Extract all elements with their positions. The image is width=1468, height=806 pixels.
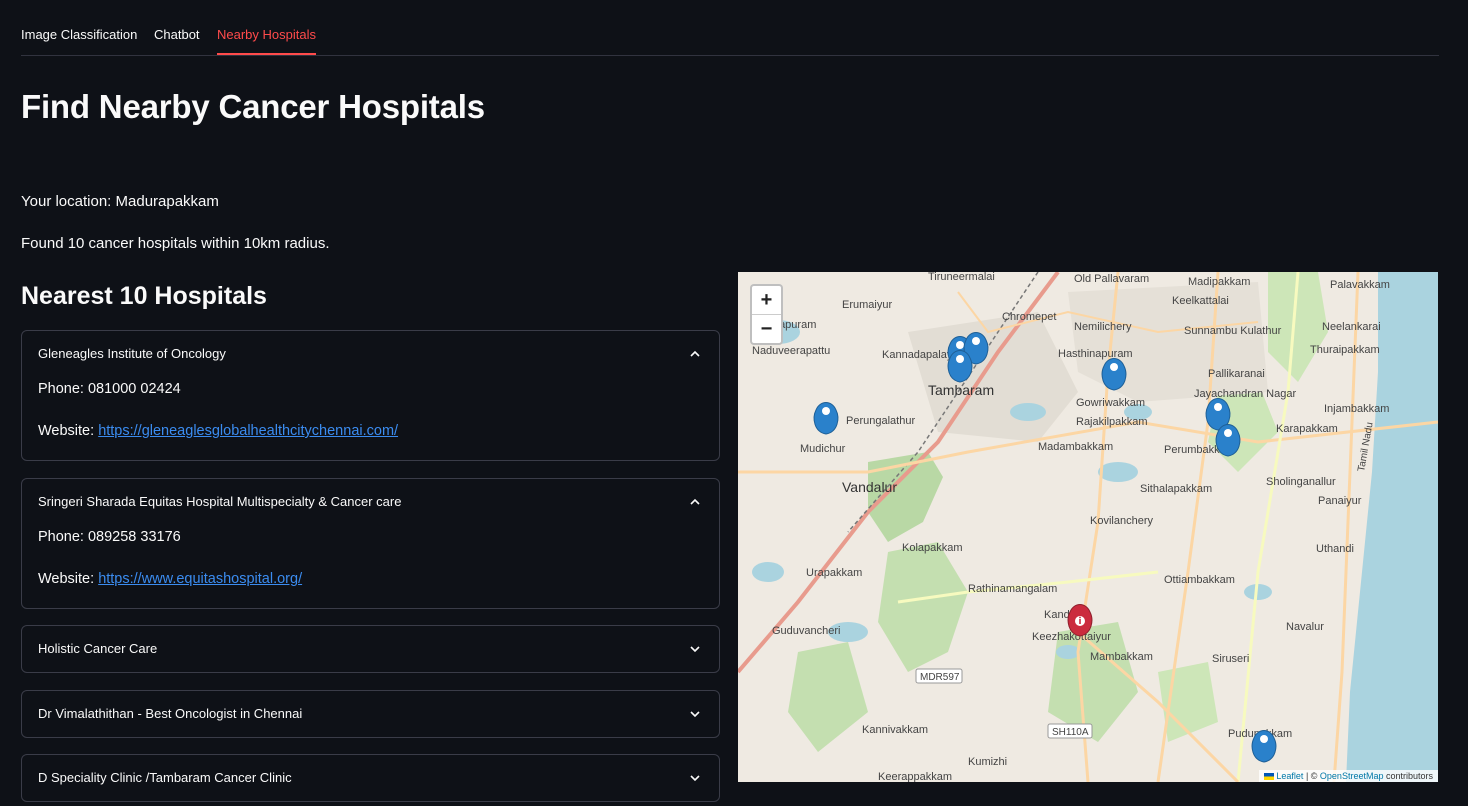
- road-shield-label: MDR597: [920, 672, 960, 683]
- hospital-name: Holistic Cancer Care: [38, 641, 158, 656]
- map-place-label: Siruseri: [1212, 653, 1249, 665]
- attribution-separator: | ©: [1303, 771, 1320, 781]
- map-place-label: Palavakkam: [1330, 279, 1390, 291]
- map-place-label: Pallikaranai: [1208, 368, 1265, 380]
- expander-header[interactable]: D Speciality Clinic /Tambaram Cancer Cli…: [22, 755, 719, 801]
- found-count-text: Found 10 cancer hospitals within 10km ra…: [21, 235, 330, 252]
- map-place-label: Kolapakkam: [902, 542, 963, 554]
- tab-chatbot[interactable]: Chatbot: [154, 27, 200, 42]
- tab-image-classification[interactable]: Image Classification: [21, 27, 137, 42]
- map-place-label: Sunnambu Kulathur: [1184, 325, 1282, 337]
- map-place-label: Nemilichery: [1074, 321, 1132, 333]
- hospital-marker-icon[interactable]: [1101, 358, 1127, 391]
- hospital-name: D Speciality Clinic /Tambaram Cancer Cli…: [38, 770, 292, 785]
- map-place-label: Gowriwakkam: [1076, 397, 1145, 409]
- hospital-expander: D Speciality Clinic /Tambaram Cancer Cli…: [21, 754, 720, 802]
- map-place-label: Guduvancheri: [772, 625, 841, 637]
- website-label: Website:: [38, 571, 99, 587]
- zoom-out-button[interactable]: −: [752, 314, 781, 343]
- hospital-map[interactable]: Old Pallavaram Madipakkam Palavakkam Tir…: [738, 272, 1438, 782]
- map-place-label: Kovilanchery: [1090, 515, 1153, 527]
- map-place-label: Mambakkam: [1090, 651, 1153, 663]
- map-place-label: Keelkattalai: [1172, 295, 1229, 307]
- hospital-expander: Sringeri Sharada Equitas Hospital Multis…: [21, 478, 720, 609]
- map-place-label: Hasthinapuram: [1058, 348, 1133, 360]
- map-place-label: Kumizhi: [968, 756, 1007, 768]
- map-place-label: Ottiambakkam: [1164, 574, 1235, 586]
- map-place-label: Kannivakkam: [862, 724, 928, 736]
- hospital-website-row: Website: https://www.equitashospital.org…: [38, 571, 302, 587]
- expander-header[interactable]: Sringeri Sharada Equitas Hospital Multis…: [22, 479, 719, 525]
- tab-bar: Image Classification Chatbot Nearby Hosp…: [21, 18, 1439, 56]
- map-place-label: Tiruneermalai: [928, 272, 995, 283]
- zoom-in-button[interactable]: +: [752, 286, 781, 314]
- tab-nearby-hospitals[interactable]: Nearby Hospitals: [217, 27, 316, 42]
- hospital-website-row: Website: https://gleneaglesglobalhealthc…: [38, 423, 398, 439]
- map-place-label: Keezhakottaiyur: [1032, 631, 1111, 643]
- location-text: Your location: Madurapakkam: [21, 193, 219, 210]
- map-place-label: Urapakkam: [806, 567, 862, 579]
- map-place-label: Mudichur: [800, 443, 846, 455]
- hospital-marker-icon[interactable]: [813, 402, 839, 435]
- expander-header[interactable]: Gleneagles Institute of Oncology: [22, 331, 719, 377]
- hospital-phone: Phone: 081000 02424: [38, 381, 181, 397]
- map-place-label: Rathinamangalam: [968, 583, 1057, 595]
- road-shield-label: SH110A: [1052, 727, 1089, 738]
- map-place-label: Sholinganallur: [1266, 476, 1336, 488]
- chevron-up-icon: [690, 350, 700, 357]
- map-place-label: Neelankarai: [1322, 321, 1381, 333]
- map-place-label: Naduveerapattu: [752, 345, 830, 357]
- map-place-label: Injambakkam: [1324, 403, 1389, 415]
- hospital-marker-icon[interactable]: [1215, 424, 1241, 457]
- leaflet-link[interactable]: Leaflet: [1276, 771, 1303, 781]
- map-place-label: Chromepet: [1002, 311, 1056, 323]
- chevron-down-icon: [690, 646, 700, 653]
- hospital-name: Gleneagles Institute of Oncology: [38, 346, 226, 361]
- map-place-label: Panaiyur: [1318, 495, 1362, 507]
- hospital-website-link[interactable]: https://www.equitashospital.org/: [98, 571, 302, 587]
- ukraine-flag-icon: [1264, 773, 1275, 781]
- zoom-control: + −: [750, 284, 783, 345]
- chevron-down-icon: [690, 711, 700, 718]
- hospital-website-link[interactable]: https://gleneaglesglobalhealthcitychenna…: [98, 423, 398, 439]
- map-attribution: Leaflet | © OpenStreetMap contributors: [1259, 770, 1438, 782]
- map-place-label: Sithalapakkam: [1140, 483, 1212, 495]
- map-place-label: Rajakilpakkam: [1076, 416, 1148, 428]
- page-title: Find Nearby Cancer Hospitals: [21, 88, 485, 125]
- hospital-phone: Phone: 089258 33176: [38, 529, 181, 545]
- expander-header[interactable]: Dr Vimalathithan - Best Oncologist in Ch…: [22, 691, 719, 737]
- map-place-label: Erumaiyur: [842, 299, 892, 311]
- hospital-expander: Gleneagles Institute of Oncology Phone: …: [21, 330, 720, 461]
- map-place-label: Thuraipakkam: [1310, 344, 1380, 356]
- map-place-label: Tambaram: [928, 382, 994, 398]
- map-place-label: Karapakkam: [1276, 423, 1338, 435]
- website-label: Website:: [38, 423, 99, 439]
- hospital-name: Dr Vimalathithan - Best Oncologist in Ch…: [38, 706, 303, 721]
- user-location-marker-icon[interactable]: [1067, 604, 1093, 637]
- hospital-marker-icon[interactable]: [1251, 730, 1277, 763]
- hospital-name: Sringeri Sharada Equitas Hospital Multis…: [38, 494, 402, 509]
- map-place-label: Old Pallavaram: [1074, 273, 1149, 285]
- map-place-label: Vandalur: [842, 479, 897, 495]
- map-place-label: Madambakkam: [1038, 441, 1113, 453]
- map-tiles: Old Pallavaram Madipakkam Palavakkam Tir…: [738, 272, 1438, 782]
- hospital-expander: Dr Vimalathithan - Best Oncologist in Ch…: [21, 690, 720, 738]
- chevron-up-icon: [690, 498, 700, 505]
- expander-header[interactable]: Holistic Cancer Care: [22, 626, 719, 672]
- attribution-tail: contributors: [1383, 771, 1433, 781]
- map-place-label: Keerappakkam: [878, 771, 952, 782]
- list-heading: Nearest 10 Hospitals: [21, 282, 267, 310]
- map-place-label: Navalur: [1286, 621, 1324, 633]
- openstreetmap-link[interactable]: OpenStreetMap: [1320, 771, 1384, 781]
- hospital-marker-icon[interactable]: [947, 350, 973, 383]
- map-place-label: Perungalathur: [846, 415, 915, 427]
- map-place-label: Uthandi: [1316, 543, 1354, 555]
- map-place-label: Jayachandran Nagar: [1194, 388, 1296, 400]
- hospital-expander: Holistic Cancer Care: [21, 625, 720, 673]
- active-tab-indicator: [217, 53, 316, 55]
- map-place-label: Madipakkam: [1188, 276, 1250, 288]
- chevron-down-icon: [690, 775, 700, 782]
